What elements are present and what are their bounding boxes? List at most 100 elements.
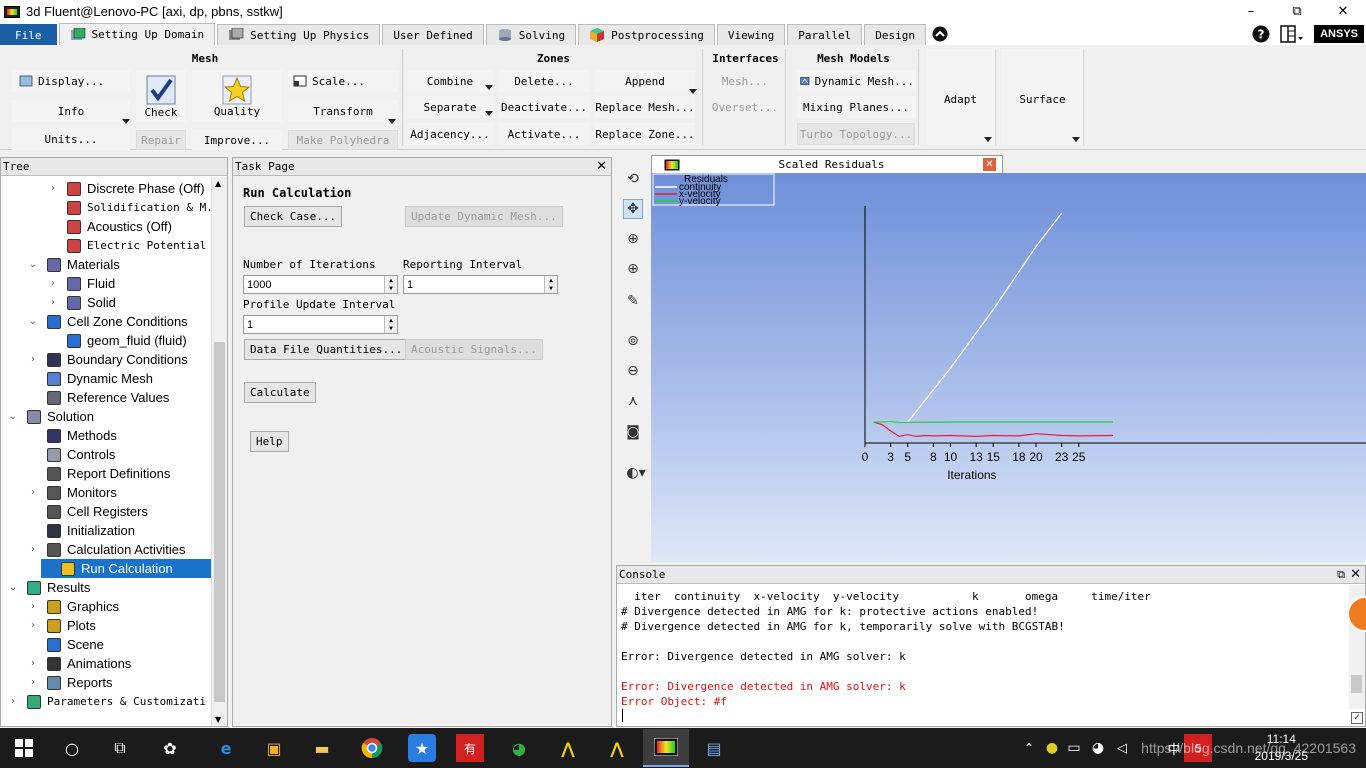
separate-dropdown-arrow[interactable] bbox=[485, 111, 493, 116]
tree-item[interactable]: Cell Registers bbox=[27, 502, 148, 521]
tab-solving[interactable]: Solving bbox=[485, 24, 577, 45]
tree-item[interactable]: geom_fluid (fluid) bbox=[47, 331, 187, 350]
update-dynamic-mesh-button[interactable]: Update Dynamic Mesh... bbox=[405, 206, 563, 227]
task-view-icon[interactable]: ⧉ bbox=[106, 734, 134, 762]
tree-item[interactable]: › Monitors bbox=[27, 483, 117, 502]
tab-setting-up-physics[interactable]: Setting Up Physics bbox=[217, 24, 381, 45]
expand-chevron-icon[interactable]: › bbox=[47, 183, 59, 194]
adapt-dropdown-arrow[interactable] bbox=[984, 137, 992, 142]
number-of-iterations-value[interactable]: 1000 bbox=[244, 279, 384, 291]
minimize-button[interactable]: – bbox=[1228, 0, 1274, 23]
store-icon[interactable]: ▣ bbox=[260, 734, 288, 762]
number-of-iterations-spinner[interactable]: 1000 ▲ ▼ bbox=[243, 275, 398, 294]
replace-zone-button[interactable]: Replace Zone... bbox=[595, 123, 695, 145]
close-task-page-icon[interactable]: ✕ bbox=[596, 158, 607, 176]
tree-item[interactable]: › Graphics bbox=[27, 597, 119, 616]
append-button[interactable]: Append bbox=[595, 70, 695, 92]
info-button[interactable]: Info bbox=[12, 100, 130, 122]
spinner-arrows-icon[interactable]: ▲ ▼ bbox=[384, 276, 397, 293]
restore-button[interactable]: ⧉ bbox=[1274, 0, 1320, 23]
help-button[interactable]: Help bbox=[250, 431, 289, 452]
pan-icon[interactable]: ✥ bbox=[623, 199, 643, 219]
interfaces-mesh-button[interactable]: Mesh... bbox=[710, 70, 780, 92]
expand-chevron-icon[interactable]: › bbox=[27, 620, 39, 631]
tree-item[interactable]: › Reports bbox=[27, 673, 113, 692]
improve-button[interactable]: Improve... bbox=[192, 130, 282, 150]
tree-item[interactable]: ⌄ Cell Zone Conditions bbox=[27, 312, 188, 331]
close-button[interactable]: ✕ bbox=[1320, 0, 1366, 23]
info-dropdown-arrow[interactable] bbox=[122, 119, 130, 124]
transform-dropdown-arrow[interactable] bbox=[388, 119, 396, 124]
combine-button[interactable]: Combine bbox=[407, 70, 493, 92]
data-file-quantities-button[interactable]: Data File Quantities... bbox=[244, 339, 409, 360]
tree-item[interactable]: Reference Values bbox=[27, 388, 169, 407]
scroll-up-icon[interactable]: ▲ bbox=[215, 179, 221, 188]
tree-item[interactable]: › Solid bbox=[47, 293, 116, 312]
expand-chevron-icon[interactable]: › bbox=[27, 487, 39, 498]
tree-scrollbar[interactable]: ▲ ▼ bbox=[211, 177, 227, 726]
overset-button[interactable]: Overset... bbox=[710, 96, 780, 118]
repair-button[interactable]: Repair bbox=[136, 130, 186, 150]
tab-file[interactable]: File bbox=[0, 24, 57, 45]
replace-mesh-button[interactable]: Replace Mesh... bbox=[595, 96, 695, 118]
console-checkbox[interactable]: ✓ bbox=[1351, 712, 1363, 724]
units-button[interactable]: Units... bbox=[12, 128, 130, 150]
delete-button[interactable]: Delete... bbox=[499, 70, 589, 92]
expand-chevron-icon[interactable]: › bbox=[27, 677, 39, 688]
fluent-taskbar-icon[interactable] bbox=[643, 729, 689, 767]
tree-item[interactable]: Acoustics (Off) bbox=[47, 217, 172, 236]
spinner-arrows-icon[interactable]: ▲ ▼ bbox=[544, 276, 557, 293]
collapse-chevron-icon[interactable]: ⌄ bbox=[7, 582, 19, 593]
residuals-plot-canvas[interactable]: 0 3 5 8 10 13 15 18 20 23 25 Iterations Residuals con… bbox=[651, 173, 1366, 562]
tree-item[interactable]: › Parameters & Customizati bbox=[7, 692, 206, 711]
separate-button[interactable]: Separate bbox=[407, 96, 493, 118]
tree-item[interactable]: Initialization bbox=[27, 521, 135, 540]
app-pinwheel-icon[interactable]: ✿ bbox=[156, 734, 184, 762]
check-case-button[interactable]: Check Case... bbox=[244, 206, 343, 227]
scroll-down-icon[interactable]: ▼ bbox=[215, 715, 221, 724]
expand-chevron-icon[interactable]: › bbox=[27, 544, 39, 555]
zoom-to-area-icon[interactable]: ⊕ bbox=[623, 259, 643, 279]
tab-postprocessing[interactable]: Postprocessing bbox=[578, 24, 715, 45]
tree-item[interactable]: Dynamic Mesh bbox=[27, 369, 153, 388]
tree-item[interactable]: ⌄ Results bbox=[7, 578, 91, 597]
volume-icon[interactable]: ◁ bbox=[1108, 734, 1136, 762]
tree-item[interactable]: ⌄ Solution bbox=[7, 407, 94, 426]
tree-item[interactable]: › Plots bbox=[27, 616, 96, 635]
tree-item[interactable]: ⌄ Materials bbox=[27, 255, 120, 274]
tree-item[interactable]: Methods bbox=[27, 426, 117, 445]
youdao-icon[interactable]: 有 bbox=[456, 734, 484, 762]
deactivate-button[interactable]: Deactivate... bbox=[499, 96, 589, 118]
tree-item[interactable]: Controls bbox=[27, 445, 115, 464]
tree-item[interactable]: › Discrete Phase (Off) bbox=[47, 179, 205, 198]
profile-update-interval-spinner[interactable]: 1 ▲ ▼ bbox=[243, 315, 398, 334]
scaled-residuals-tab[interactable]: Scaled Residuals ✕ bbox=[651, 155, 1003, 173]
collapse-chevron-icon[interactable]: ⌄ bbox=[7, 411, 19, 422]
tree-item[interactable]: › Calculation Activities bbox=[27, 540, 186, 559]
adapt-group[interactable]: Adapt bbox=[926, 49, 996, 145]
expand-chevron-icon[interactable]: › bbox=[27, 658, 39, 669]
collapse-ribbon-icon[interactable] bbox=[932, 26, 948, 42]
tree-item[interactable]: Scene bbox=[27, 635, 104, 654]
help-icon[interactable]: ? bbox=[1252, 25, 1270, 43]
edge-browser-icon[interactable]: e bbox=[212, 734, 240, 762]
camera-icon[interactable]: ◙ bbox=[623, 422, 643, 442]
reporting-interval-value[interactable]: 1 bbox=[404, 279, 544, 291]
display-button[interactable]: Display... bbox=[12, 70, 130, 92]
close-console-icon[interactable]: ✕ bbox=[1350, 566, 1361, 584]
activate-button[interactable]: Activate... bbox=[499, 123, 589, 145]
isometric-view-icon[interactable]: ⋏ bbox=[623, 391, 643, 411]
transform-button[interactable]: Transform bbox=[288, 100, 398, 122]
wechat-icon[interactable]: ◕ bbox=[505, 734, 533, 762]
zoom-in-out-icon[interactable]: ⊕ bbox=[623, 229, 643, 249]
expand-chevron-icon[interactable]: › bbox=[47, 297, 59, 308]
expand-chevron-icon[interactable]: › bbox=[7, 696, 19, 707]
tree-item[interactable]: Electric Potential ( bbox=[47, 236, 219, 255]
file-explorer-icon[interactable]: ▬ bbox=[308, 734, 336, 762]
reporting-interval-spinner[interactable]: 1 ▲ ▼ bbox=[403, 275, 558, 294]
surface-group[interactable]: Surface bbox=[1002, 49, 1084, 145]
adjacency-button[interactable]: Adjacency... bbox=[407, 123, 493, 145]
probe-icon[interactable]: ✎ bbox=[623, 291, 643, 311]
tab-setting-up-domain[interactable]: Setting Up Domain bbox=[58, 23, 216, 45]
scroll-thumb[interactable] bbox=[1351, 675, 1362, 693]
